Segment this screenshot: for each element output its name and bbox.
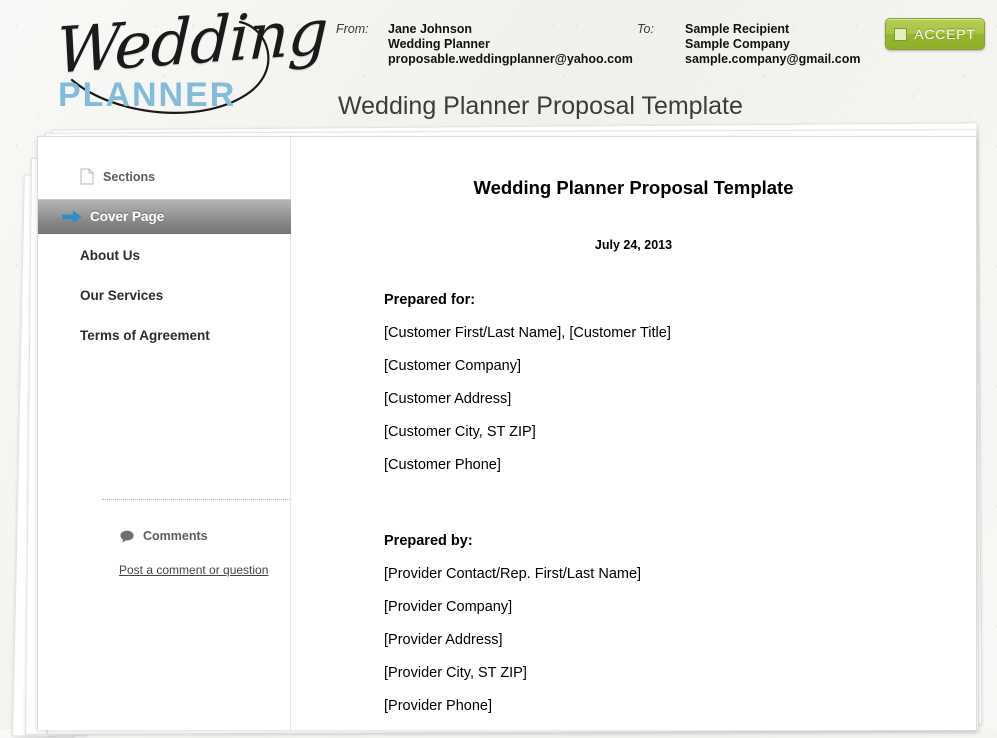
page-header: Wedding PLANNER From: Jane Johnson Weddi… [0,0,997,136]
sidebar: Sections Cover Page About Us Our Service… [38,137,302,730]
to-company: Sample Company [685,37,790,51]
page-title: Wedding Planner Proposal Template [338,92,743,120]
from-company: Wedding Planner [388,37,490,51]
prepared-for-line: [Customer First/Last Name], [Customer Ti… [384,325,671,341]
sidebar-item-label: Our Services [80,288,164,303]
post-comment-link[interactable]: Post a comment or question [119,563,268,577]
from-email: proposable.weddingplanner@yahoo.com [388,52,633,66]
speech-bubble-icon [120,530,134,543]
logo-planner-text: PLANNER [58,76,237,114]
prepared-by-line: [Provider Contact/Rep. First/Last Name] [384,566,642,582]
logo-script-text: Wedding [55,0,329,88]
sections-header: Sections [80,168,155,185]
sidebar-item-about-us[interactable]: About Us [38,239,290,272]
to-name: Sample Recipient [685,22,790,36]
sidebar-item-label: Cover Page [90,209,165,224]
prepared-by-line: [Provider Company] [384,599,513,615]
document-body: Wedding Planner Proposal Template July 2… [291,137,976,730]
from-name: Jane Johnson [388,22,473,36]
sidebar-item-label: Terms of Agreement [80,328,210,343]
sidebar-item-our-services[interactable]: Our Services [38,279,290,312]
checkbox-square-icon [894,27,908,41]
from-label: From: [336,22,369,36]
from-block: From: Jane Johnson Wedding Planner propo… [336,22,633,67]
to-email: sample.company@gmail.com [685,52,861,66]
comments-header-label: Comments [143,529,208,543]
prepared-for-line: [Customer Address] [384,391,512,407]
to-block: To: Sample Recipient Sample Company samp… [637,22,860,67]
prepared-by-line: [Provider City, ST ZIP] [384,665,527,681]
prepared-by-line: [Provider Address] [384,632,503,648]
prepared-for-block: Prepared for: [Customer First/Last Name]… [384,292,944,490]
page-icon [80,168,94,185]
accept-button[interactable]: ACCEPT [885,18,985,50]
document-date: July 24, 2013 [594,238,673,252]
prepared-for-line: [Customer Company] [384,358,521,374]
prepared-by-block: Prepared by: [Provider Contact/Rep. Firs… [384,533,944,730]
arrow-right-icon [62,210,82,223]
wedding-planner-logo: Wedding PLANNER [44,0,329,120]
prepared-for-line: [Customer Phone] [384,457,501,473]
sections-header-label: Sections [103,169,156,184]
sidebar-item-terms-of-agreement[interactable]: Terms of Agreement [38,319,290,352]
prepared-for-heading: Prepared for: [384,292,476,308]
prepared-by-line: [Provider Phone] [384,698,493,714]
to-label: To: [637,22,654,36]
document-card: Sections Cover Page About Us Our Service… [37,136,977,730]
document-title: Wedding Planner Proposal Template [473,177,794,198]
sidebar-item-cover-page[interactable]: Cover Page [38,199,291,234]
comments-header: Comments [120,529,208,543]
sidebar-item-label: About Us [80,248,140,263]
prepared-for-line: [Customer City, ST ZIP] [384,424,536,440]
sidebar-divider [102,499,302,500]
prepared-by-heading: Prepared by: [384,533,473,549]
accept-button-label: ACCEPT [914,26,976,42]
